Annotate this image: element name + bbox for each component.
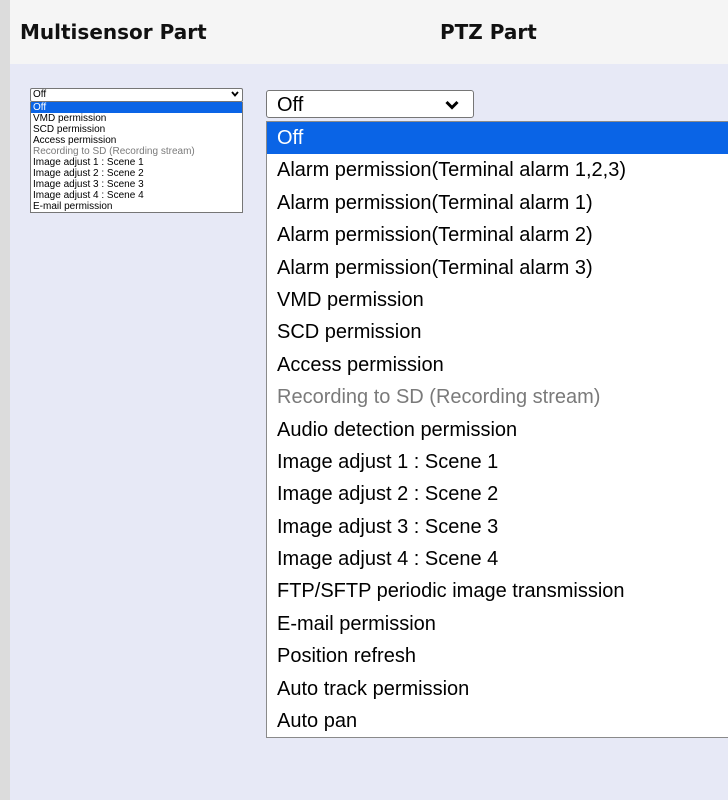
dropdown-option[interactable]: Image adjust 3 : Scene 3 [31, 179, 242, 190]
dropdown-option: Recording to SD (Recording stream) [277, 386, 601, 409]
dropdown-option: Recording to SD (Recording stream) [33, 146, 195, 157]
dropdown-option[interactable]: Alarm permission(Terminal alarm 1) [267, 187, 728, 219]
ptz-select[interactable]: Off [266, 90, 474, 118]
dropdown-option[interactable]: Auto track permission [267, 673, 728, 705]
dropdown-option[interactable]: Audio detection permission [267, 414, 728, 446]
ptz-part-heading: PTZ Part [440, 20, 537, 44]
dropdown-option[interactable]: Access permission [267, 349, 728, 381]
dropdown-option[interactable]: Image adjust 3 : Scene 3 [267, 511, 728, 543]
multisensor-select-value: Off [33, 89, 47, 100]
dropdown-option[interactable]: SCD permission [267, 316, 728, 348]
multisensor-options-list: Off VMD permission SCD permission Access pe… [30, 102, 243, 213]
multisensor-select[interactable]: Off [30, 88, 243, 102]
dropdown-option[interactable]: VMD permission [31, 113, 242, 124]
multisensor-part-heading: Multisensor Part [20, 20, 207, 44]
dropdown-option[interactable]: SCD permission [31, 124, 242, 135]
dropdown-option[interactable]: Image adjust 2 : Scene 2 [267, 478, 728, 510]
chevron-down-icon [445, 100, 459, 110]
dropdown-option[interactable]: Auto pan [267, 705, 728, 737]
dropdown-option[interactable]: Image adjust 4 : Scene 4 [267, 543, 728, 575]
dropdown-option[interactable]: Off [267, 122, 728, 155]
dropdown-option[interactable]: Alarm permission(Terminal alarm 3) [267, 252, 728, 284]
dropdown-option[interactable]: Image adjust 4 : Scene 4 [31, 190, 242, 201]
dropdown-option[interactable]: E-mail permission [267, 608, 728, 640]
dropdown-option[interactable]: FTP/SFTP periodic image transmission [267, 575, 728, 607]
content-area: Off Off VMD permission SCD permission Acces… [10, 64, 728, 800]
ptz-select-value: Off [277, 94, 304, 116]
dropdown-option[interactable]: Access permission [31, 135, 242, 146]
dropdown-option[interactable]: E-mail permission [31, 201, 242, 212]
ptz-options-list: Off Alarm permission(Terminal alarm 1,2,3… [266, 121, 728, 739]
ptz-dropdown: Off Off Alarm permission(Terminal alarm 1… [266, 90, 728, 739]
dropdown-option[interactable]: Off [31, 102, 242, 113]
dropdown-option[interactable]: Image adjust 1 : Scene 1 [267, 446, 728, 478]
dropdown-option[interactable]: VMD permission [267, 284, 728, 316]
header-row: Multisensor Part PTZ Part [10, 0, 728, 64]
dropdown-option[interactable]: Image adjust 2 : Scene 2 [31, 168, 242, 179]
chevron-down-icon [231, 91, 239, 97]
dropdown-option[interactable]: Alarm permission(Terminal alarm 1,2,3) [267, 154, 728, 186]
multisensor-dropdown: Off Off VMD permission SCD permission Acces… [30, 88, 243, 213]
dropdown-option[interactable]: Image adjust 1 : Scene 1 [31, 157, 242, 168]
dropdown-option[interactable]: Alarm permission(Terminal alarm 2) [267, 219, 728, 251]
dropdown-option[interactable]: Position refresh [267, 640, 728, 672]
